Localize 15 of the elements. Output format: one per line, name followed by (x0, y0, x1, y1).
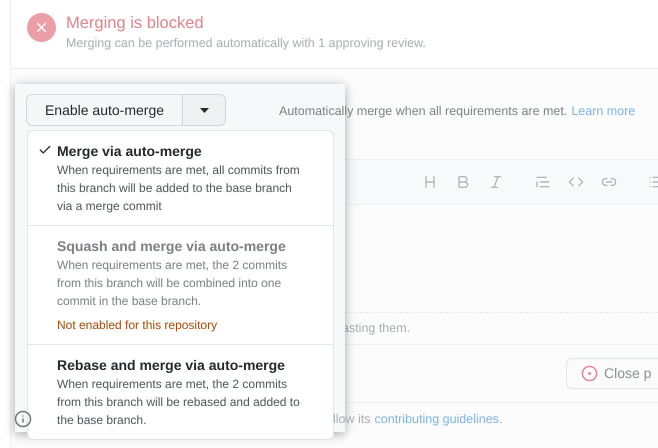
merge-option[interactable]: Rebase and merge via auto-merge When requirements are met, the 2 commits from this branch will be rebased and added to the base branch. (28, 344, 333, 439)
option-title: Rebase and merge via auto-merge (57, 356, 286, 375)
option-description: When requirements are met, all commits from this branch will be added to the base branch via a merge commit (57, 162, 301, 215)
option-note: Not enabled for this repository (57, 317, 218, 334)
merge-option[interactable]: Merge via auto-merge When requirements are met, all commits from this branch will be added to the base branch via a merge commit (28, 131, 333, 225)
status-title: Merging is blocked (66, 13, 205, 34)
option-description: When requirements are met, the 2 commits from this branch will be combined into one commit in the base branch. (57, 257, 288, 310)
footer-period: . (498, 411, 502, 428)
footer-text: llow its (333, 411, 371, 428)
option-title: Squash and merge via auto-merge (57, 237, 287, 256)
auto-merge-hint: Automatically merge when all requirements are met. (279, 103, 568, 120)
option-description: When requirements are met, the 2 commits from this branch will be rebased and added to the base branch. (57, 376, 301, 429)
close-button[interactable]: Close p (566, 358, 658, 389)
status-description: Merging can be performed automatically with 1 approving review. (66, 35, 426, 52)
option-title: Merge via auto-merge (57, 142, 203, 161)
